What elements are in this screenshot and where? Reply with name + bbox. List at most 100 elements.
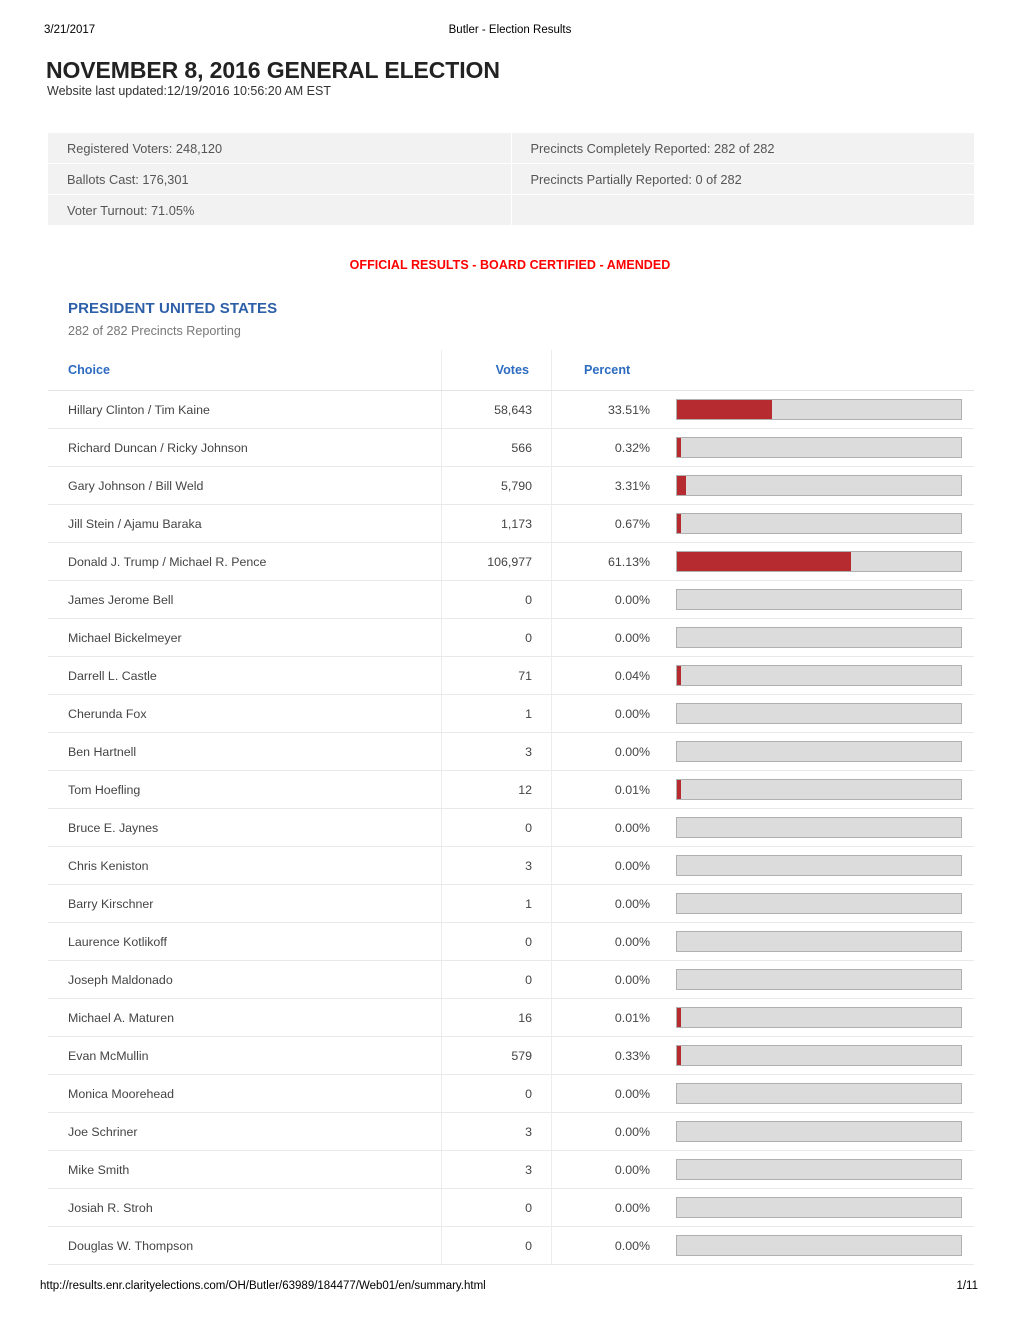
cell-percent: 0.33% bbox=[614, 1048, 650, 1063]
table-row: Donald J. Trump / Michael R. Pence 106,97… bbox=[48, 543, 974, 581]
percent-bar-fill bbox=[677, 1046, 681, 1065]
cell-choice: Donald J. Trump / Michael R. Pence bbox=[48, 543, 442, 580]
table-row: Tom Hoefling 12 0.01% bbox=[48, 771, 974, 809]
cell-votes: 0 bbox=[442, 961, 552, 998]
cell-votes: 3 bbox=[442, 1113, 552, 1150]
percent-bar-fill bbox=[677, 438, 681, 457]
summary-cell: Registered Voters: 248,120 bbox=[48, 133, 511, 163]
cell-bar bbox=[670, 733, 974, 770]
cell-votes: 71 bbox=[442, 657, 552, 694]
table-row: Bruce E. Jaynes 0 0.00% bbox=[48, 809, 974, 847]
column-header-percent[interactable]: Percent bbox=[552, 350, 670, 390]
cell-percent: 0.00% bbox=[614, 858, 650, 873]
cell-bar bbox=[670, 467, 974, 504]
cell-percent: 61.13% bbox=[607, 554, 650, 569]
cell-percent: 0.04% bbox=[614, 668, 650, 683]
table-row: Joe Schriner 3 0.00% bbox=[48, 1113, 974, 1151]
cell-votes: 5,790 bbox=[442, 467, 552, 504]
official-results-banner: OFFICIAL RESULTS - BOARD CERTIFIED - AME… bbox=[349, 258, 671, 272]
cell-choice: Barry Kirschner bbox=[48, 885, 442, 922]
table-row: Chris Keniston 3 0.00% bbox=[48, 847, 974, 885]
cell-votes: 1,173 bbox=[442, 505, 552, 542]
cell-bar bbox=[670, 1113, 974, 1150]
cell-choice: Mike Smith bbox=[48, 1151, 442, 1188]
cell-choice: James Jerome Bell bbox=[48, 581, 442, 618]
cell-votes: 58,643 bbox=[442, 391, 552, 428]
cell-choice: Tom Hoefling bbox=[48, 771, 442, 808]
table-row: Ben Hartnell 3 0.00% bbox=[48, 733, 974, 771]
cell-percent: 0.00% bbox=[614, 934, 650, 949]
percent-bar-fill bbox=[677, 666, 681, 685]
cell-bar bbox=[670, 1075, 974, 1112]
cell-votes: 3 bbox=[442, 1151, 552, 1188]
print-footer: http://results.enr.clarityelections.com/… bbox=[0, 1280, 1020, 1296]
cell-percent: 0.01% bbox=[614, 782, 650, 797]
table-row: James Jerome Bell 0 0.00% bbox=[48, 581, 974, 619]
contest-title[interactable]: PRESIDENT UNITED STATES bbox=[68, 300, 277, 317]
cell-percent: 0.00% bbox=[614, 630, 650, 645]
table-row: Laurence Kotlikoff 0 0.00% bbox=[48, 923, 974, 961]
percent-bar-track bbox=[676, 1083, 962, 1104]
percent-bar-track bbox=[676, 1045, 962, 1066]
cell-percent: 0.00% bbox=[614, 972, 650, 987]
cell-choice: Evan McMullin bbox=[48, 1037, 442, 1074]
cell-bar bbox=[670, 961, 974, 998]
table-row: Cherunda Fox 1 0.00% bbox=[48, 695, 974, 733]
percent-bar-track bbox=[676, 1007, 962, 1028]
cell-percent: 0.00% bbox=[614, 1238, 650, 1253]
cell-choice: Michael Bickelmeyer bbox=[48, 619, 442, 656]
percent-bar-track bbox=[676, 741, 962, 762]
column-header-bar bbox=[670, 350, 974, 390]
table-row: Monica Moorehead 0 0.00% bbox=[48, 1075, 974, 1113]
percent-bar-fill bbox=[677, 476, 687, 495]
column-header-votes[interactable]: Votes bbox=[442, 350, 552, 390]
cell-percent: 0.00% bbox=[614, 896, 650, 911]
cell-choice: Monica Moorehead bbox=[48, 1075, 442, 1112]
cell-bar bbox=[670, 657, 974, 694]
cell-percent: 0.00% bbox=[614, 1200, 650, 1215]
page-title: NOVEMBER 8, 2016 GENERAL ELECTION bbox=[46, 57, 500, 83]
column-header-choice[interactable]: Choice bbox=[48, 350, 442, 390]
cell-votes: 0 bbox=[442, 923, 552, 960]
last-updated-text: Website last updated:12/19/2016 10:56:20… bbox=[47, 84, 331, 98]
summary-cell: Precincts Partially Reported: 0 of 282 bbox=[511, 164, 974, 194]
percent-bar-track bbox=[676, 589, 962, 610]
percent-bar-track bbox=[676, 627, 962, 648]
cell-choice: Laurence Kotlikoff bbox=[48, 923, 442, 960]
cell-percent: 0.00% bbox=[614, 820, 650, 835]
cell-votes: 579 bbox=[442, 1037, 552, 1074]
cell-bar bbox=[670, 885, 974, 922]
table-row: Evan McMullin 579 0.33% bbox=[48, 1037, 974, 1075]
results-table: Choice Votes Percent Hillary Clinton / T… bbox=[48, 350, 974, 1265]
cell-choice: Ben Hartnell bbox=[48, 733, 442, 770]
print-page-title: Butler - Election Results bbox=[448, 24, 572, 36]
percent-bar-track bbox=[676, 513, 962, 534]
cell-percent: 0.00% bbox=[614, 706, 650, 721]
cell-bar bbox=[670, 391, 974, 428]
percent-bar-track bbox=[676, 969, 962, 990]
cell-choice: Jill Stein / Ajamu Baraka bbox=[48, 505, 442, 542]
cell-votes: 566 bbox=[442, 429, 552, 466]
percent-bar-fill bbox=[677, 552, 851, 571]
cell-percent: 0.67% bbox=[614, 516, 650, 531]
cell-bar bbox=[670, 581, 974, 618]
percent-bar-track bbox=[676, 703, 962, 724]
cell-bar bbox=[670, 999, 974, 1036]
summary-cell: Precincts Completely Reported: 282 of 28… bbox=[511, 133, 974, 163]
cell-bar bbox=[670, 1037, 974, 1074]
cell-choice: Michael A. Maturen bbox=[48, 999, 442, 1036]
percent-bar-track bbox=[676, 551, 962, 572]
table-row: Michael Bickelmeyer 0 0.00% bbox=[48, 619, 974, 657]
cell-votes: 0 bbox=[442, 619, 552, 656]
cell-votes: 1 bbox=[442, 695, 552, 732]
cell-votes: 0 bbox=[442, 581, 552, 618]
table-row: Darrell L. Castle 71 0.04% bbox=[48, 657, 974, 695]
cell-choice: Cherunda Fox bbox=[48, 695, 442, 732]
percent-bar-fill bbox=[677, 400, 773, 419]
cell-bar bbox=[670, 429, 974, 466]
percent-bar-track bbox=[676, 779, 962, 800]
cell-votes: 0 bbox=[442, 1189, 552, 1226]
cell-bar bbox=[670, 619, 974, 656]
summary-cell-empty bbox=[511, 195, 974, 225]
cell-bar bbox=[670, 1227, 974, 1264]
